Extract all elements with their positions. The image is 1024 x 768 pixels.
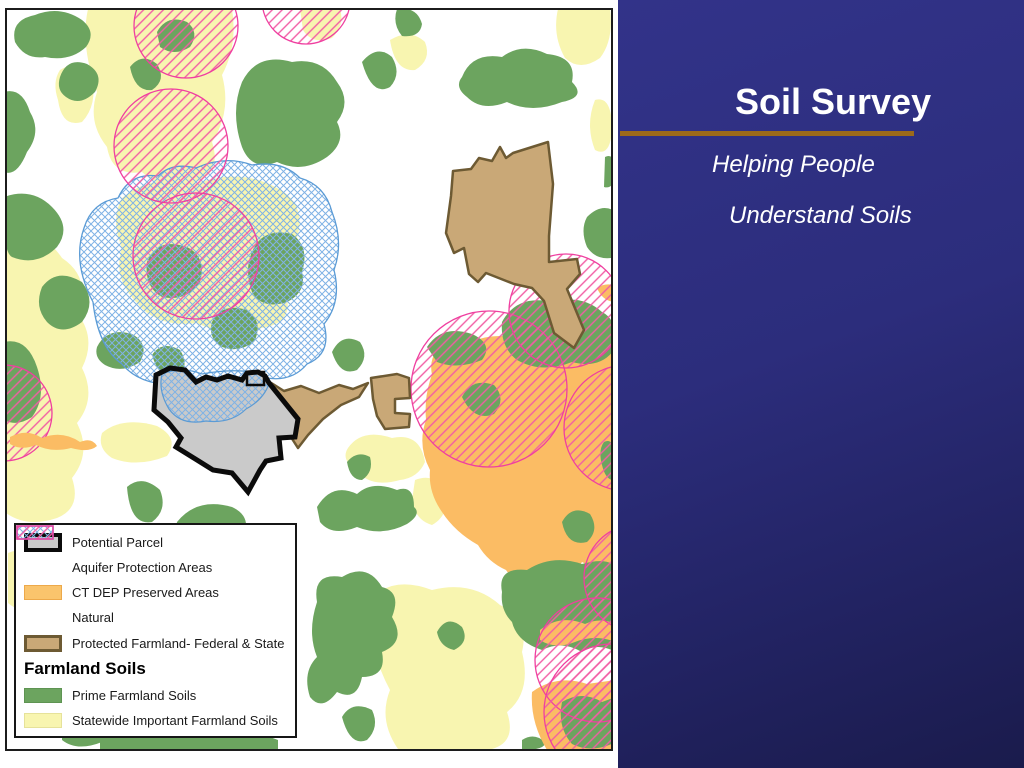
legend-item-protected-farmland: Protected Farmland- Federal & State	[24, 632, 287, 654]
subtitle-line-1: Helping People	[712, 151, 875, 178]
subtitle-line-2: Understand Soils	[729, 202, 912, 229]
legend-item-aquifer: Aquifer Protection Areas	[16, 525, 287, 578]
legend-label-statewide-farmland: Statewide Important Farmland Soils	[72, 713, 278, 729]
legend-label-protected-farmland: Protected Farmland- Federal & State	[72, 635, 285, 651]
legend-swatch-protected-farmland	[24, 634, 62, 652]
legend-label-ctdep: CT DEP Preserved Areas	[72, 585, 219, 601]
map-legend: Potential Parcel Aquifer Protection Area…	[14, 523, 297, 738]
title-rule	[620, 131, 914, 136]
legend-label-prime-farmland: Prime Farmland Soils	[72, 688, 197, 704]
map-area: Potential Parcel Aquifer Protection Area…	[0, 0, 618, 768]
slide-title: Soil Survey	[735, 81, 932, 122]
legend-label-natural: Natural	[72, 610, 114, 626]
legend-swatch-statewide-farmland	[24, 713, 62, 729]
legend-swatch-ctdep	[24, 585, 62, 601]
legend-swatch-natural	[16, 525, 54, 540]
legend-swatch-prime-farmland	[24, 688, 62, 704]
legend-item-natural: Natural	[16, 525, 287, 629]
legend-item-potential-parcel: Potential Parcel	[24, 531, 287, 553]
legend-label-potential-parcel: Potential Parcel	[72, 534, 164, 550]
slide: Potential Parcel Aquifer Protection Area…	[0, 0, 1024, 768]
legend-item-ctdep: CT DEP Preserved Areas	[24, 582, 287, 604]
legend-item-prime-farmland: Prime Farmland Soils	[24, 685, 287, 707]
legend-label-aquifer: Aquifer Protection Areas	[72, 559, 213, 575]
title-panel: Soil Survey Helping People Understand So…	[618, 0, 1024, 768]
legend-heading-farmland-soils: Farmland Soils	[24, 659, 146, 679]
legend-item-statewide-farmland: Statewide Important Farmland Soils	[24, 710, 287, 732]
